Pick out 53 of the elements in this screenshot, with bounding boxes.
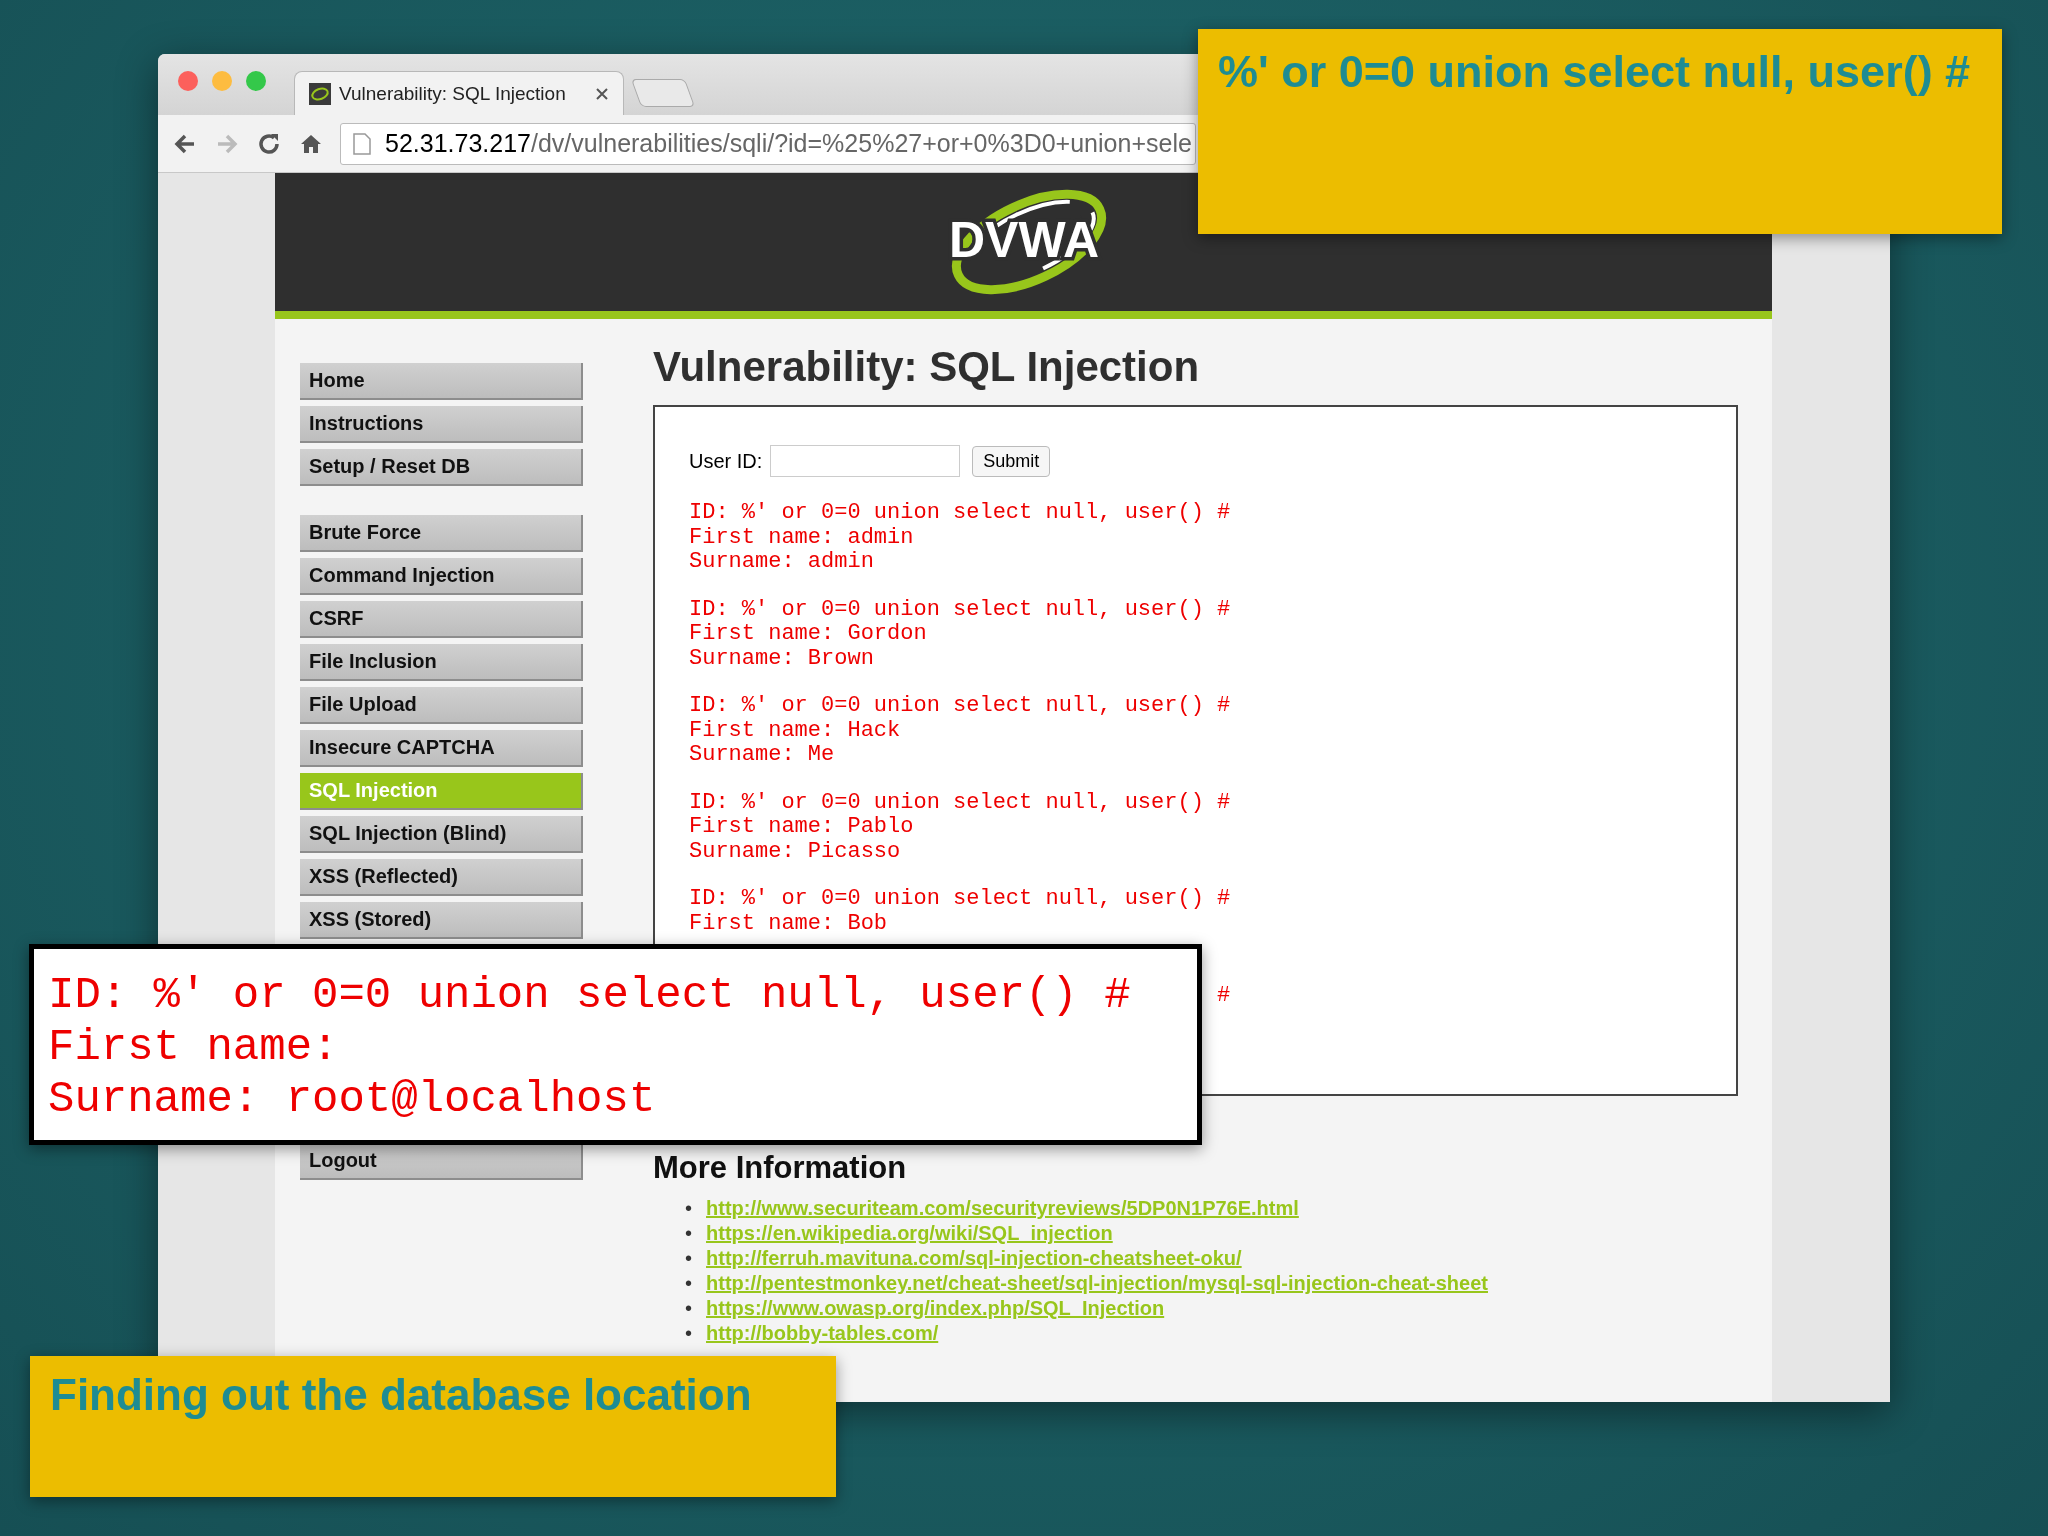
- submit-button[interactable]: Submit: [972, 445, 1051, 477]
- menu-item[interactable]: File Upload: [300, 687, 583, 724]
- tab-title: Vulnerability: SQL Injection: [339, 82, 567, 105]
- result-callout: ID: %' or 0=0 union select null, user() # First name: Surname: root@localhost: [29, 944, 1202, 1145]
- result-line: Surname: admin: [689, 550, 875, 575]
- result-line: First name: Hack: [689, 718, 902, 743]
- url-path: /dv/vulnerabilities/sqli/?id=%25%27+or+0%3D0+union+sele: [531, 129, 1192, 157]
- menu-item[interactable]: Home: [300, 363, 583, 400]
- bullet: •: [685, 1271, 692, 1296]
- minimize-button[interactable]: [212, 70, 232, 91]
- bullet: •: [685, 1196, 692, 1221]
- menu-item[interactable]: Setup / Reset DB: [300, 449, 583, 486]
- user-id-field[interactable]: [770, 445, 961, 477]
- result-line: Surname: Brown: [689, 646, 875, 671]
- page-title: Vulnerability: SQL Injection: [653, 343, 1201, 391]
- page-icon: [353, 132, 371, 155]
- result-line: Surname: Picasso: [689, 839, 902, 864]
- url-host: 52.31.73.217: [385, 129, 531, 157]
- bullet: •: [685, 1221, 692, 1246]
- result-line: ID: %' or 0=0 union select null, user() #: [689, 694, 1232, 719]
- caption-callout: Finding out the database location: [30, 1356, 836, 1497]
- bullet: •: [685, 1246, 692, 1271]
- zoom-button[interactable]: [246, 70, 266, 91]
- field-label: User ID:: [689, 449, 763, 473]
- result-line: First name: Pablo: [689, 815, 915, 840]
- browser-tab[interactable]: Vulnerability: SQL Injection: [294, 71, 624, 115]
- result-line: ID: %' or 0=0 union select null, user() #: [689, 597, 1232, 622]
- result-line: First name: admin: [689, 525, 915, 550]
- result-line: First name: Bob: [689, 911, 889, 936]
- section-heading: More Information: [653, 1150, 908, 1186]
- close-window-button[interactable]: [178, 70, 198, 91]
- result-line: ID: %' or 0=0 union select null, user() #: [689, 887, 1232, 912]
- menu-item[interactable]: Logout: [300, 1143, 583, 1180]
- result-line: ID: %' or 0=0 union select null, user() #: [689, 501, 1232, 526]
- menu-item[interactable]: File Inclusion: [300, 644, 583, 681]
- menu-item[interactable]: SQL Injection (Blind): [300, 816, 583, 853]
- menu-item[interactable]: Brute Force: [300, 515, 583, 552]
- close-icon[interactable]: [595, 86, 609, 101]
- query-callout: %' or 0=0 union select null, user() #: [1198, 29, 2002, 234]
- bullet: •: [685, 1296, 692, 1321]
- menu-item[interactable]: XSS (Stored): [300, 902, 583, 939]
- result-line: First name: Gordon: [689, 622, 928, 647]
- address-bar[interactable]: 52.31.73.217/dv/vulnerabilities/sqli/?id=%25%27+or+0%3D0+union+sele: [340, 122, 1196, 165]
- result-line: #: [1217, 982, 1231, 1008]
- menu-item[interactable]: XSS (Reflected): [300, 859, 583, 896]
- menu-item[interactable]: Command Injection: [300, 558, 583, 595]
- result-line: Surname: Me: [689, 743, 836, 768]
- menu-item[interactable]: Instructions: [300, 406, 583, 443]
- bullet: •: [685, 1321, 692, 1346]
- menu-item[interactable]: Insecure CAPTCHA: [300, 730, 583, 767]
- favicon-icon: [309, 82, 331, 105]
- result-line: ID: %' or 0=0 union select null, user() #: [689, 790, 1232, 815]
- menu-item[interactable]: CSRF: [300, 601, 583, 638]
